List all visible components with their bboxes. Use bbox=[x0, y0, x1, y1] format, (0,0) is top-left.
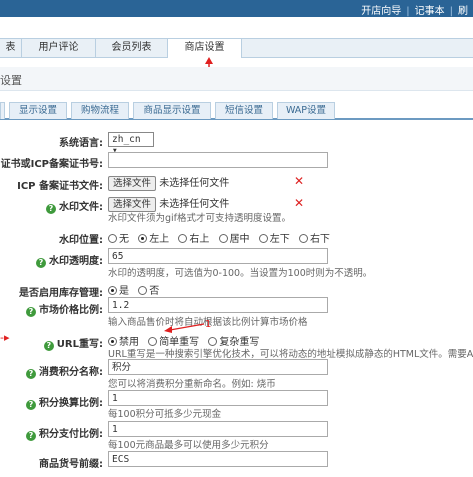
radio-none[interactable] bbox=[108, 234, 117, 243]
delete-icon[interactable]: ✕ bbox=[294, 196, 304, 210]
icp-number-input[interactable] bbox=[108, 152, 328, 168]
tab-member-list[interactable]: 会员列表 bbox=[96, 39, 168, 58]
subtab-wap[interactable]: WAP设置 bbox=[277, 102, 335, 119]
choose-file-button[interactable]: 选择文件 bbox=[108, 176, 157, 191]
sub-tabs: 显示设置 购物流程 商品显示设置 短信设置 WAP设置 bbox=[0, 100, 473, 120]
watermark-note: 水印文件须为gif格式才可支持透明度设置。 bbox=[108, 213, 292, 224]
page-title-bar: 设置 bbox=[0, 67, 473, 91]
help-icon[interactable]: ? bbox=[36, 258, 46, 268]
watermark-position-radios: 无 左上 右上 居中 左下 右下 bbox=[108, 230, 336, 245]
help-icon[interactable]: ? bbox=[43, 341, 54, 351]
page-title: 设置 bbox=[0, 74, 22, 87]
top-bar: 开店向导 | 记事本 | 刷 bbox=[0, 0, 473, 17]
label-url-rewrite: ? URL重写: bbox=[43, 335, 103, 351]
label-icp-file: ICP 备案证书文件: bbox=[17, 181, 103, 192]
radio-disabled[interactable] bbox=[108, 337, 117, 346]
watermark-alpha-note: 水印的透明度，可选值为0-100。当设置为100时则为不透明。 bbox=[108, 268, 373, 279]
points-pay-note: 每100元商品最多可以使用多少元积分 bbox=[108, 440, 269, 451]
subtab-product-display[interactable]: 商品显示设置 bbox=[133, 102, 211, 119]
annotation-number: 1 bbox=[205, 319, 212, 330]
market-price-input[interactable]: 1.2 bbox=[108, 297, 328, 313]
radio-simple-rewrite[interactable] bbox=[148, 337, 158, 346]
label-market-price: ? 市场价格比例: bbox=[26, 301, 103, 317]
radio-no[interactable] bbox=[138, 286, 148, 295]
radio-bottom-left[interactable] bbox=[258, 234, 268, 243]
label-points-rate: ? 积分换算比例: bbox=[26, 394, 103, 410]
language-select[interactable]: zh_cn ▾ bbox=[108, 132, 154, 156]
annotation-arrow-left bbox=[164, 323, 205, 333]
link-notepad[interactable]: 记事本 bbox=[410, 6, 450, 17]
top-links: 开店向导 | 记事本 | 刷 bbox=[356, 2, 473, 17]
link-refresh[interactable]: 刷 bbox=[453, 6, 473, 17]
label-icp-number: 证书或ICP备案证书号: bbox=[0, 159, 103, 170]
points-name-input[interactable]: 积分 bbox=[108, 359, 328, 375]
help-icon[interactable]: ? bbox=[46, 204, 56, 214]
radio-yes[interactable] bbox=[108, 286, 117, 295]
help-icon[interactable]: ? bbox=[26, 369, 36, 379]
label-points-pay: ? 积分支付比例: bbox=[26, 425, 103, 441]
radio-bottom-right[interactable] bbox=[298, 234, 308, 243]
icp-file-picker: 选择文件 未选择任何文件 bbox=[108, 174, 229, 191]
watermark-file-status: 未选择任何文件 bbox=[159, 199, 230, 210]
annotation-arrow-left-icon: -▸ bbox=[0, 331, 10, 344]
delete-icon[interactable]: ✕ bbox=[294, 174, 304, 188]
label-sn-prefix: 商品货号前缀: bbox=[39, 459, 103, 470]
tab-user-comments[interactable]: 用户评论 bbox=[22, 39, 96, 58]
link-shop-wizard[interactable]: 开店向导 bbox=[356, 6, 406, 17]
label-watermark-alpha: ? 水印透明度: bbox=[36, 252, 103, 268]
label-stock: 是否启用库存管理: bbox=[19, 288, 103, 299]
radio-complex-rewrite[interactable] bbox=[208, 337, 218, 346]
subtab-display[interactable]: 显示设置 bbox=[9, 102, 67, 119]
help-icon[interactable]: ? bbox=[26, 400, 36, 410]
subtab-basic-edge[interactable] bbox=[0, 102, 5, 119]
icp-file-status: 未选择任何文件 bbox=[159, 178, 230, 189]
points-rate-input[interactable]: 1 bbox=[108, 390, 328, 406]
subtab-checkout[interactable]: 购物流程 bbox=[71, 102, 129, 119]
help-icon[interactable]: ? bbox=[26, 307, 36, 317]
tab-list[interactable]: 表 bbox=[0, 39, 22, 58]
main-nav: 表 用户评论 会员列表 商店设置 bbox=[0, 38, 473, 58]
url-rewrite-note: URL重写是一种搜索引擎优化技术，可以将动态的地址模拟成静态的HTML文件。需要… bbox=[108, 349, 473, 360]
watermark-alpha-input[interactable]: 65 bbox=[108, 248, 328, 264]
points-pay-input[interactable]: 1 bbox=[108, 421, 328, 437]
label-points-name: ? 消费积分名称: bbox=[26, 363, 103, 379]
subtab-sms[interactable]: 短信设置 bbox=[215, 102, 273, 119]
label-watermark-position: 水印位置: bbox=[59, 235, 103, 246]
stock-radios: 是 否 bbox=[108, 282, 165, 297]
help-icon[interactable]: ? bbox=[26, 431, 36, 441]
label-language: 系统语言: bbox=[59, 138, 103, 149]
points-name-note: 您可以将消费积分重新命名。例如: 烧币 bbox=[108, 379, 276, 390]
sn-prefix-input[interactable]: ECS bbox=[108, 451, 328, 467]
radio-top-left[interactable] bbox=[138, 234, 148, 243]
label-watermark-file: ? 水印文件: bbox=[46, 198, 103, 214]
points-rate-note: 每100积分可抵多少元现金 bbox=[108, 409, 222, 420]
radio-top-right[interactable] bbox=[178, 234, 188, 243]
radio-center[interactable] bbox=[218, 234, 228, 243]
